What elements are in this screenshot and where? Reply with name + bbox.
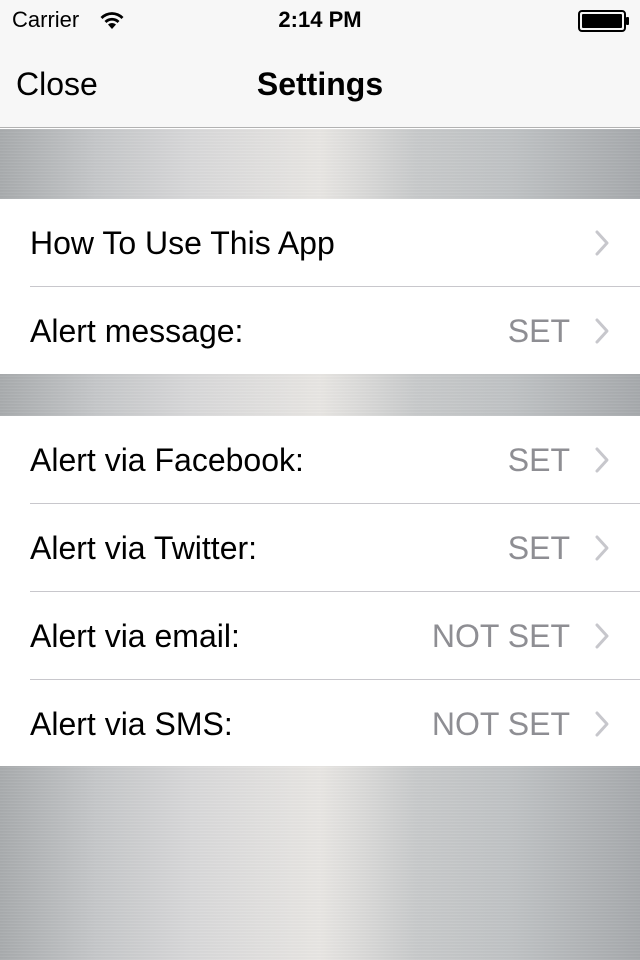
row-alert-sms[interactable]: Alert via SMS: NOT SET [0,680,640,767]
chevron-right-icon [595,711,609,737]
row-label: Alert message: [30,313,244,349]
row-label: How To Use This App [30,225,335,261]
row-label: Alert via email: [30,618,240,654]
status-time: 2:14 PM [278,7,362,32]
brushed-metal-background [0,374,640,416]
close-button[interactable]: Close [16,64,98,104]
brushed-metal-background [0,766,640,960]
row-status-value: NOT SET [431,618,570,654]
chevron-right-icon [595,623,609,649]
row-label: Alert via Facebook: [30,442,304,478]
row-status-value: NOT SET [431,706,570,742]
row-alert-message[interactable]: Alert message: SET [0,287,640,374]
chevron-right-icon [595,535,609,561]
row-how-to-use[interactable]: How To Use This App [0,199,640,287]
row-status-value: SET [507,313,570,349]
chevron-right-icon [595,447,609,473]
row-label: Alert via SMS: [30,706,233,742]
status-bar: Carrier 2:14 PM [0,0,640,40]
chevron-right-icon [595,318,609,344]
row-status-value: SET [507,530,570,566]
settings-screen: Carrier 2:14 PM Close Settings How To Us… [0,0,640,960]
chevron-right-icon [595,230,609,256]
battery-icon [578,10,629,32]
row-alert-email[interactable]: Alert via email: NOT SET [0,592,640,680]
settings-group-general: How To Use This App Alert message: SET [0,199,640,374]
row-status-value: SET [507,442,570,478]
navigation-bar: Close Settings [0,40,640,128]
settings-group-alerts: Alert via Facebook: SET Alert via Twitte… [0,416,640,767]
row-alert-facebook[interactable]: Alert via Facebook: SET [0,416,640,504]
row-label: Alert via Twitter: [30,530,258,566]
brushed-metal-background [0,129,640,199]
row-alert-twitter[interactable]: Alert via Twitter: SET [0,504,640,592]
